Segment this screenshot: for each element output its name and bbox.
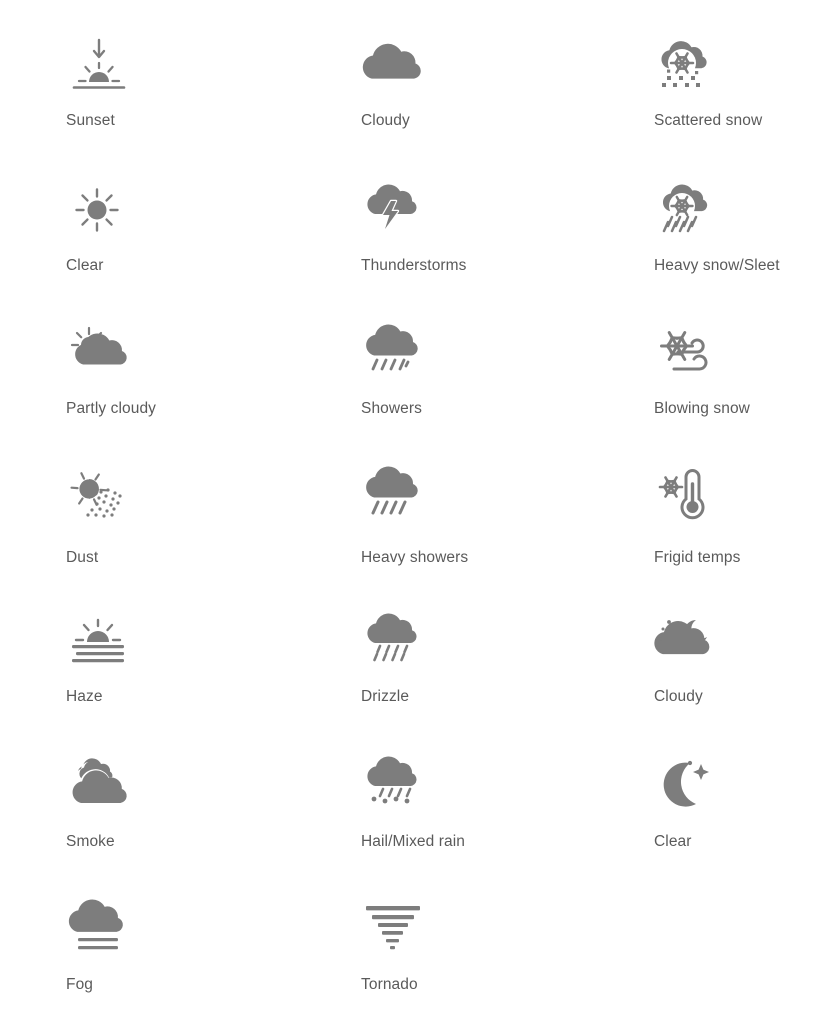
sun-behind-cloud-icon <box>66 316 144 386</box>
weather-icon-item-frigid-temps[interactable]: Frigid temps <box>654 451 828 594</box>
cloud-rain-icon <box>361 316 439 386</box>
weather-icon-item-dust[interactable]: Dust <box>66 451 361 594</box>
weather-icon-item-showers[interactable]: Showers <box>361 308 654 451</box>
weather-icon-item-scattered-snow[interactable]: Scattered snow <box>654 22 828 165</box>
weather-icon-label: Heavy snow/Sleet <box>654 257 780 276</box>
weather-icon-label: Tornado <box>361 976 418 995</box>
weather-icon-item-drizzle[interactable]: Drizzle <box>361 594 654 737</box>
cloud-lightning-icon <box>361 175 439 245</box>
weather-icon-label: Haze <box>66 688 103 707</box>
weather-icon-item-hail-mixed-rain[interactable]: Hail/Mixed rain <box>361 737 654 880</box>
weather-icon-grid: Sunset Cloudy Scattered snow Clear Thunderst… <box>0 0 828 1023</box>
weather-icon-label: Blowing snow <box>654 400 750 419</box>
weather-icon-label: Cloudy <box>654 688 703 707</box>
sun-dust-icon <box>66 459 144 529</box>
weather-icon-item-tornado[interactable]: Tornado <box>361 880 654 1023</box>
moon-behind-cloud-icon <box>654 606 732 676</box>
weather-icon-item-cloudy-night[interactable]: Cloudy <box>654 594 828 737</box>
weather-icon-label: Cloudy <box>361 112 410 131</box>
cloud-snowflake-rain-icon <box>654 175 732 245</box>
weather-icon-label: Thunderstorms <box>361 257 467 276</box>
crescent-moon-icon <box>654 749 732 819</box>
cloud-fog-icon <box>66 892 144 962</box>
tornado-icon <box>361 892 439 962</box>
haze-icon <box>66 606 144 676</box>
weather-icon-label: Dust <box>66 549 98 568</box>
weather-icon-item-partly-cloudy[interactable]: Partly cloudy <box>66 308 361 451</box>
weather-icon-item-thunderstorms[interactable]: Thunderstorms <box>361 165 654 308</box>
weather-icon-item-haze[interactable]: Haze <box>66 594 361 737</box>
weather-icon-label: Frigid temps <box>654 549 740 568</box>
cloud-icon <box>361 30 439 100</box>
weather-icon-label: Fog <box>66 976 93 995</box>
cloud-snowflake-dots-icon <box>654 30 732 100</box>
weather-icon-item-clear-night[interactable]: Clear <box>654 737 828 880</box>
weather-icon-label: Sunset <box>66 112 115 131</box>
weather-icon-label: Clear <box>654 833 692 852</box>
weather-icon-item-clear-day[interactable]: Clear <box>66 165 361 308</box>
cloud-drizzle-icon <box>361 606 439 676</box>
sunset-icon <box>66 30 144 100</box>
double-cloud-icon <box>66 749 144 819</box>
weather-icon-item-blowing-snow[interactable]: Blowing snow <box>654 308 828 451</box>
snowflake-wind-icon <box>654 316 732 386</box>
weather-icon-item-heavy-snow-sleet[interactable]: Heavy snow/Sleet <box>654 165 828 308</box>
weather-icon-label: Partly cloudy <box>66 400 156 419</box>
cloud-hail-icon <box>361 749 439 819</box>
thermometer-snowflake-icon <box>654 459 732 529</box>
weather-icon-label: Showers <box>361 400 422 419</box>
weather-icon-label: Drizzle <box>361 688 409 707</box>
weather-icon-label: Hail/Mixed rain <box>361 833 465 852</box>
weather-icon-item-smoke[interactable]: Smoke <box>66 737 361 880</box>
weather-icon-label: Scattered snow <box>654 112 762 131</box>
weather-icon-item-fog[interactable]: Fog <box>66 880 361 1023</box>
sun-icon <box>66 175 144 245</box>
weather-icon-item-cloudy-day[interactable]: Cloudy <box>361 22 654 165</box>
weather-icon-item-heavy-showers[interactable]: Heavy showers <box>361 451 654 594</box>
cloud-heavy-rain-icon <box>361 459 439 529</box>
weather-icon-label: Clear <box>66 257 104 276</box>
weather-icon-item-sunset[interactable]: Sunset <box>66 22 361 165</box>
weather-icon-label: Heavy showers <box>361 549 468 568</box>
weather-icon-label: Smoke <box>66 833 115 852</box>
